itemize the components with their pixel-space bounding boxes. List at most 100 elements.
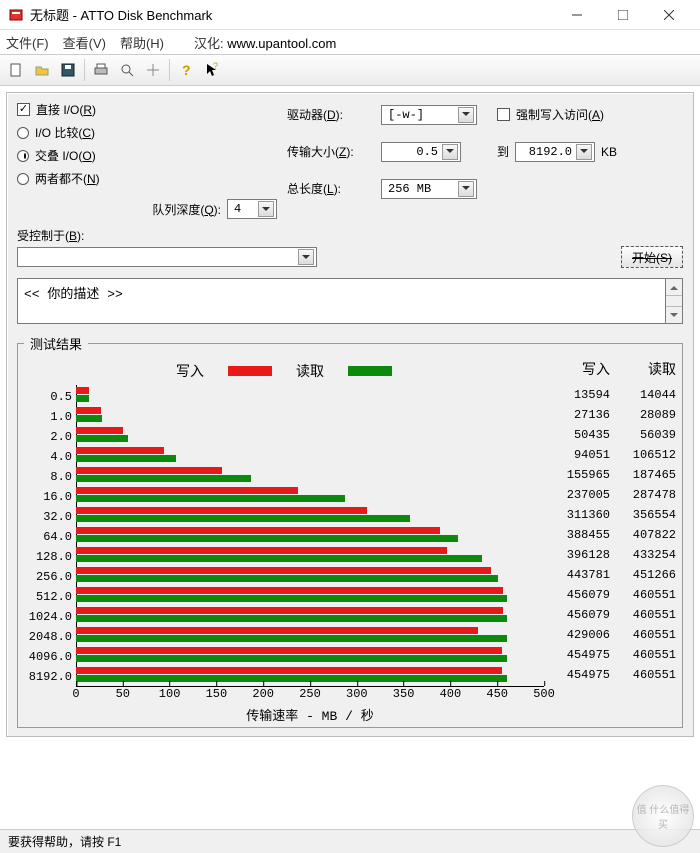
y-tick: 0.5 — [24, 387, 76, 407]
translator-label: 汉化: www.upantool.com — [194, 33, 336, 52]
save-icon[interactable] — [56, 58, 80, 82]
write-value: 50435 — [544, 425, 610, 445]
force-write-checkbox[interactable]: 强制写入访问(A) — [497, 106, 683, 123]
chevron-down-icon — [442, 144, 458, 160]
scroll-down-icon[interactable] — [666, 306, 682, 323]
write-value: 311360 — [544, 505, 610, 525]
bar-row — [76, 405, 544, 425]
new-icon[interactable] — [4, 58, 28, 82]
window-title: 无标题 - ATTO Disk Benchmark — [30, 5, 554, 24]
value-row: 94051106512 — [544, 445, 676, 465]
maximize-button[interactable] — [600, 0, 646, 30]
write-value: 454975 — [544, 645, 610, 665]
menu-view[interactable]: 查看(V) — [63, 33, 106, 52]
queue-depth-row: 队列深度(Q): 4 — [17, 199, 277, 219]
y-axis-labels: 0.51.02.04.08.016.032.064.0128.0256.0512… — [24, 385, 76, 687]
write-bar — [76, 387, 89, 394]
neither-radio[interactable]: 两者都不(N) — [17, 170, 277, 187]
x-tick: 0 — [72, 687, 79, 701]
read-value: 460551 — [610, 605, 676, 625]
toolbar-divider — [84, 59, 85, 81]
overlap-io-radio[interactable]: 交叠 I/O(O) — [17, 147, 277, 164]
write-bar — [76, 667, 502, 674]
read-value: 28089 — [610, 405, 676, 425]
bar-row — [76, 485, 544, 505]
results-title: 测试结果 — [24, 334, 88, 353]
read-value: 460551 — [610, 625, 676, 645]
x-axis-label: 传输速率 - MB / 秒 — [76, 705, 544, 724]
value-row: 456079460551 — [544, 605, 676, 625]
read-bar — [76, 535, 458, 542]
value-row: 454975460551 — [544, 645, 676, 665]
chart-legend: 写入 读取 — [24, 361, 544, 381]
y-tick: 16.0 — [24, 487, 76, 507]
write-swatch — [228, 366, 272, 376]
chevron-down-icon — [576, 144, 592, 160]
bar-row — [76, 545, 544, 565]
translator-link[interactable]: www.upantool.com — [227, 36, 336, 51]
io-compare-radio[interactable]: I/O 比较(C) — [17, 124, 277, 141]
radio-icon — [17, 127, 29, 139]
queue-depth-select[interactable]: 4 — [227, 199, 277, 219]
scrollbar[interactable] — [666, 278, 683, 324]
bar-row — [76, 385, 544, 405]
write-bar — [76, 467, 222, 474]
y-tick: 64.0 — [24, 527, 76, 547]
read-value: 14044 — [610, 385, 676, 405]
write-value: 456079 — [544, 585, 610, 605]
read-bar — [76, 675, 507, 682]
write-value: 429006 — [544, 625, 610, 645]
print-icon[interactable] — [89, 58, 113, 82]
menu-bar: 文件(F) 查看(V) 帮助(H) 汉化: www.upantool.com — [0, 30, 700, 54]
bar-row — [76, 465, 544, 485]
start-button[interactable]: 开始(S) — [621, 246, 683, 268]
value-row: 456079460551 — [544, 585, 676, 605]
bar-row — [76, 425, 544, 445]
total-length-label: 总长度(L): — [287, 180, 375, 197]
svg-text:?: ? — [182, 62, 191, 78]
open-icon[interactable] — [30, 58, 54, 82]
watermark: 值 什么值得买 — [632, 785, 694, 847]
value-row: 311360356554 — [544, 505, 676, 525]
force-write-label: 强制写入访问(A) — [516, 106, 604, 123]
description-input[interactable]: << 你的描述 >> — [17, 278, 666, 324]
whatsthis-icon[interactable]: ? — [200, 58, 224, 82]
preview-icon[interactable] — [115, 58, 139, 82]
write-bar — [76, 447, 164, 454]
read-value: 356554 — [610, 505, 676, 525]
read-bar — [76, 655, 507, 662]
transfer-to-select[interactable]: 8192.0 — [515, 142, 595, 162]
read-value: 187465 — [610, 465, 676, 485]
status-bar: 要获得帮助，请按 F1 — [0, 829, 700, 853]
write-value: 388455 — [544, 525, 610, 545]
value-row: 388455407822 — [544, 525, 676, 545]
bars-container — [76, 385, 544, 687]
window-controls — [554, 0, 692, 30]
read-bar — [76, 395, 89, 402]
value-row: 429006460551 — [544, 625, 676, 645]
direct-io-checkbox[interactable]: 直接 I/O(R) — [17, 101, 277, 118]
menu-help[interactable]: 帮助(H) — [120, 33, 164, 52]
scroll-up-icon[interactable] — [666, 279, 682, 296]
drive-select[interactable]: [-w-] — [381, 105, 477, 125]
close-button[interactable] — [646, 0, 692, 30]
status-text: 要获得帮助，请按 F1 — [8, 833, 121, 850]
total-length-select[interactable]: 256 MB — [381, 179, 477, 199]
y-tick: 4096.0 — [24, 647, 76, 667]
help-icon[interactable]: ? — [174, 58, 198, 82]
read-value: 451266 — [610, 565, 676, 585]
controlled-by-select[interactable] — [17, 247, 317, 267]
transfer-from-select[interactable]: 0.5 — [381, 142, 461, 162]
legend-read-label: 读取 — [296, 361, 324, 381]
controlled-by-label: 受控制于(B): — [17, 227, 683, 244]
checkbox-icon — [497, 108, 510, 121]
y-tick: 2.0 — [24, 427, 76, 447]
read-swatch — [348, 366, 392, 376]
write-value: 237005 — [544, 485, 610, 505]
move-icon[interactable] — [141, 58, 165, 82]
minimize-button[interactable] — [554, 0, 600, 30]
menu-file[interactable]: 文件(F) — [6, 33, 49, 52]
bar-row — [76, 445, 544, 465]
read-value: 460551 — [610, 645, 676, 665]
read-bar — [76, 555, 482, 562]
